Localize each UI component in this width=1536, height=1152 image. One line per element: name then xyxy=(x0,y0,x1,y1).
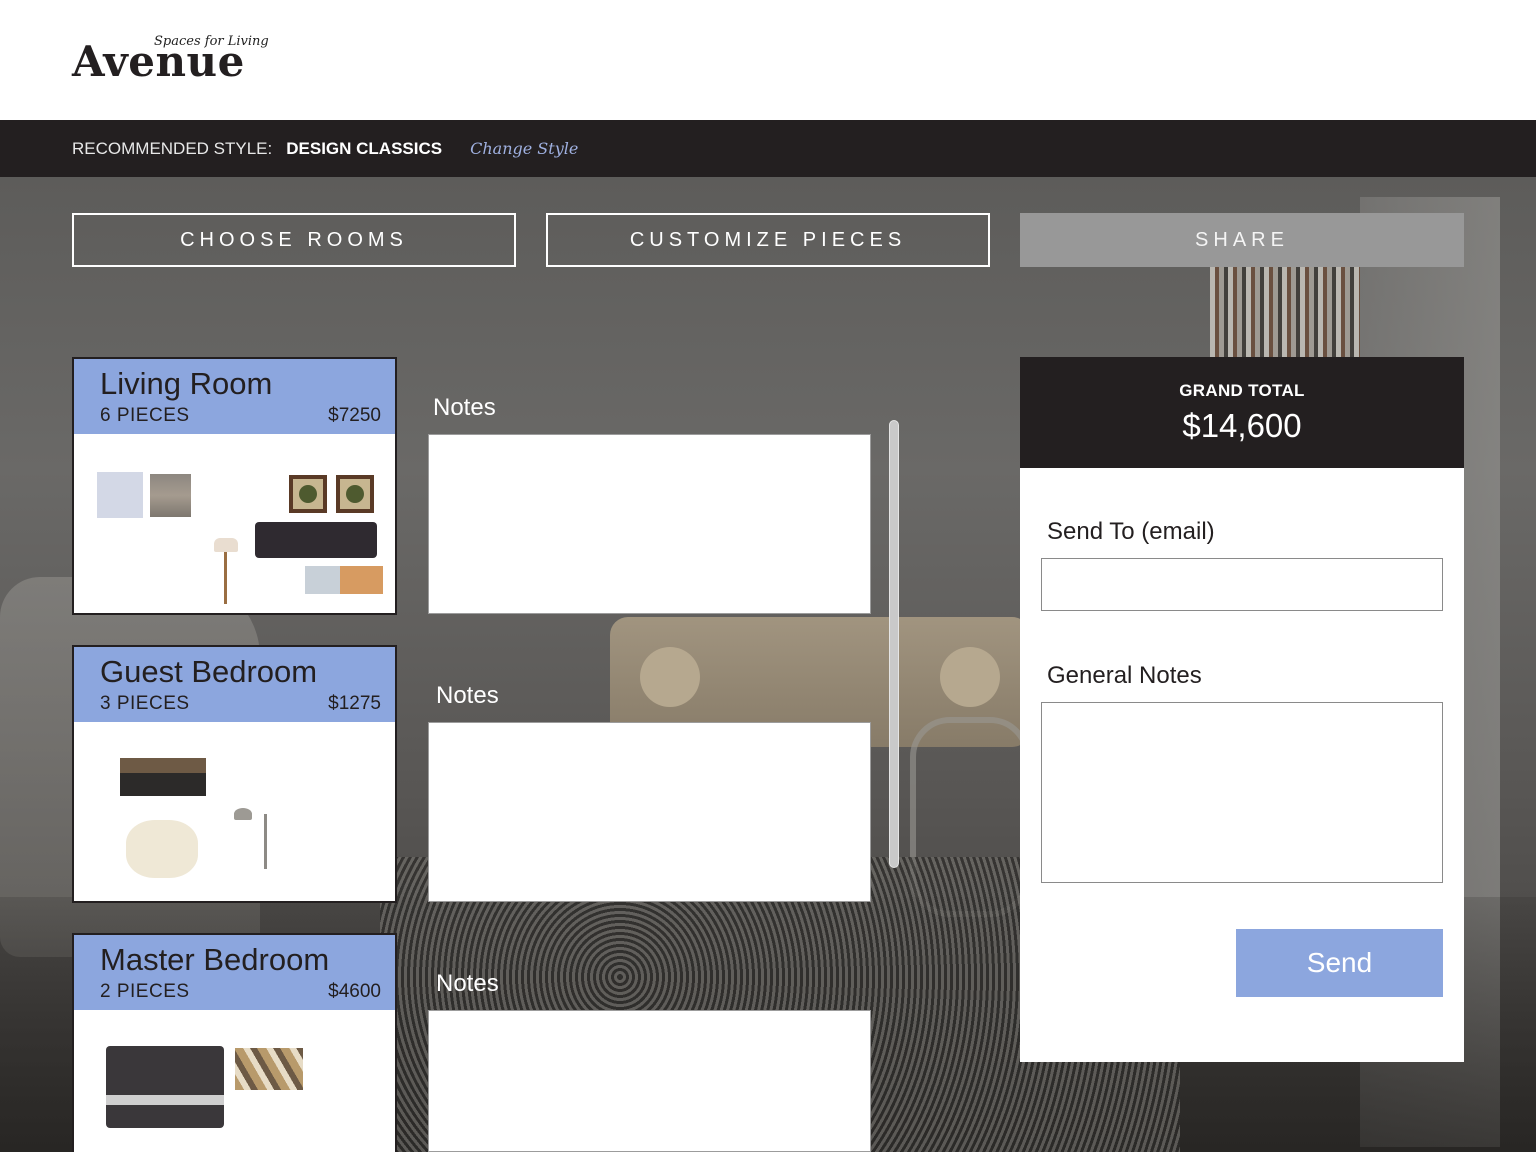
room-card-header: Living Room 6 PIECES $7250 xyxy=(74,359,395,434)
send-button[interactable]: Send xyxy=(1236,929,1443,997)
room-thumbnail-master-bedroom xyxy=(74,1010,395,1152)
room-price: $1275 xyxy=(328,693,381,714)
grand-total-value: $14,600 xyxy=(1182,407,1302,444)
rug-swatch-image xyxy=(150,474,191,517)
scene-sofa-cushion xyxy=(640,647,700,707)
room-card-header: Guest Bedroom 3 PIECES $1275 xyxy=(74,647,395,722)
tripod-lamp-image xyxy=(224,552,227,604)
recommended-style-label: RECOMMENDED STYLE: xyxy=(72,138,273,158)
room-title: Guest Bedroom xyxy=(100,654,318,689)
room-price: $7250 xyxy=(328,405,381,426)
tripod-lamp-shade xyxy=(214,538,238,552)
wood-art-panel-image xyxy=(235,1048,303,1090)
room-card-guest-bedroom[interactable]: Guest Bedroom 3 PIECES $1275 xyxy=(72,645,397,903)
room-card-living-room[interactable]: Living Room 6 PIECES $7250 xyxy=(72,357,397,615)
send-to-email-input[interactable] xyxy=(1041,558,1443,611)
step-share-button[interactable]: SHARE xyxy=(1020,213,1464,267)
room-notes-input-guest-bedroom[interactable] xyxy=(428,722,871,902)
logo-wordmark: Avenue xyxy=(72,37,245,86)
framed-art-image xyxy=(289,475,327,513)
room-title: Master Bedroom xyxy=(100,942,330,977)
room-card-master-bedroom[interactable]: Master Bedroom 2 PIECES $4600 xyxy=(72,933,397,1152)
step-customize-pieces-button[interactable]: CUSTOMIZE PIECES xyxy=(546,213,990,267)
room-notes-label: Notes xyxy=(433,394,496,421)
send-to-label: Send To (email) xyxy=(1047,518,1215,545)
site-header: Spaces for Living Avenue xyxy=(0,0,1536,120)
room-price: $4600 xyxy=(328,981,381,1002)
room-card-header: Master Bedroom 2 PIECES $4600 xyxy=(74,935,395,1010)
recommended-style-value: DESIGN CLASSICS xyxy=(286,138,443,158)
rooms-scrollbar[interactable] xyxy=(889,420,899,868)
grand-total-box: GRAND TOTAL $14,600 xyxy=(1020,357,1464,468)
step-choose-rooms-button[interactable]: CHOOSE ROOMS xyxy=(72,213,516,267)
framed-art-image xyxy=(336,475,374,513)
room-notes-input-master-bedroom[interactable] xyxy=(428,1010,871,1152)
share-panel: Send To (email) General Notes Send xyxy=(1020,468,1464,1062)
upholstered-bed-image xyxy=(106,1046,224,1128)
general-notes-label: General Notes xyxy=(1047,662,1202,689)
recommended-style-bar: RECOMMENDED STYLE: DESIGN CLASSICS Chang… xyxy=(0,120,1536,177)
platform-bed-image xyxy=(120,758,206,796)
room-notes-input-living-room[interactable] xyxy=(428,434,871,614)
sofa-image xyxy=(255,522,377,558)
room-notes-label: Notes xyxy=(436,682,499,709)
room-piece-count: 3 PIECES xyxy=(100,693,190,714)
room-title: Living Room xyxy=(100,366,273,401)
grand-total-label: GRAND TOTAL xyxy=(1179,381,1305,400)
fabric-swatch-image xyxy=(97,472,143,518)
room-notes-label: Notes xyxy=(436,970,499,997)
change-style-link[interactable]: Change Style xyxy=(470,139,578,158)
general-notes-textarea[interactable] xyxy=(1041,702,1443,883)
room-piece-count: 6 PIECES xyxy=(100,405,190,426)
scene-sofa-cushion xyxy=(940,647,1000,707)
room-thumbnail-living-room xyxy=(74,434,395,613)
floor-lamp-image xyxy=(264,814,267,869)
coffee-table-image xyxy=(305,566,383,594)
sheepskin-rug-image xyxy=(126,820,198,878)
room-piece-count: 2 PIECES xyxy=(100,981,190,1002)
floor-lamp-shade xyxy=(234,808,252,820)
room-thumbnail-guest-bedroom xyxy=(74,722,395,901)
avenue-logo[interactable]: Spaces for Living Avenue xyxy=(72,34,272,84)
